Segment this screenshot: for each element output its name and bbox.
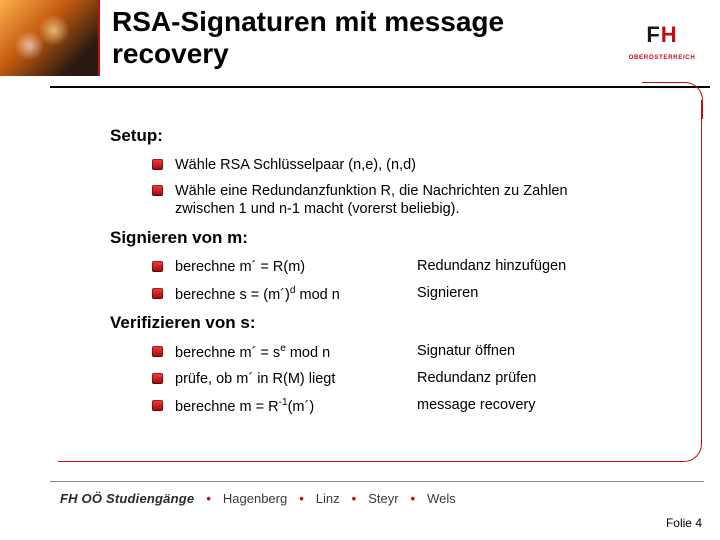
- list-item: prüfe, ob m´ in R(M) liegt Redundanz prü…: [152, 370, 640, 388]
- list-item: berechne m´ = R(m) Redundanz hinzufügen: [152, 258, 640, 276]
- slide: RSA-Signaturen mit message recovery FH O…: [0, 0, 720, 540]
- section-heading-setup: Setup:: [110, 126, 640, 146]
- bullet-icon: [152, 288, 163, 299]
- footer-brand: FH OÖ Studiengänge: [60, 491, 194, 506]
- list-text: Wähle RSA Schlüsselpaar (n,e), (n,d): [175, 156, 416, 174]
- footer-location: Linz: [316, 491, 340, 506]
- verify-list: berechne m´ = se mod n Signatur öffnen p…: [152, 343, 640, 415]
- list-text: berechne m´ = se mod n: [175, 343, 399, 362]
- setup-list: Wähle RSA Schlüsselpaar (n,e), (n,d) Wäh…: [152, 156, 640, 218]
- slide-title: RSA-Signaturen mit message recovery: [112, 6, 594, 70]
- section-heading-sign: Signieren von m:: [110, 228, 640, 248]
- list-annotation: Signieren: [417, 285, 478, 301]
- footer-divider: [50, 481, 704, 482]
- section-heading-verify: Verifizieren von s:: [110, 313, 640, 333]
- list-item: berechne m = R-1(m´) message recovery: [152, 397, 640, 416]
- slide-number: Folie 4: [666, 516, 702, 530]
- dot-icon: •: [352, 491, 357, 506]
- dot-icon: •: [411, 491, 416, 506]
- list-annotation: message recovery: [417, 397, 535, 413]
- dot-icon: •: [299, 491, 304, 506]
- footer-location: Steyr: [368, 491, 398, 506]
- list-text: berechne m´ = R(m): [175, 258, 399, 276]
- list-item: Wähle RSA Schlüsselpaar (n,e), (n,d): [152, 156, 640, 174]
- bullet-icon: [152, 159, 163, 170]
- bullet-icon: [152, 261, 163, 272]
- list-text: prüfe, ob m´ in R(M) liegt: [175, 370, 399, 388]
- bullet-icon: [152, 400, 163, 411]
- fh-logo-icon: FH: [630, 18, 694, 52]
- footer-location: Hagenberg: [223, 491, 287, 506]
- list-text: berechne m = R-1(m´): [175, 397, 399, 416]
- list-annotation: Redundanz prüfen: [417, 370, 536, 386]
- bullet-icon: [152, 373, 163, 384]
- list-item: berechne s = (m´)d mod n Signieren: [152, 285, 640, 304]
- list-annotation: Signatur öffnen: [417, 343, 515, 359]
- logo-subtext: OBERÖSTERREICH: [614, 54, 710, 61]
- dot-icon: •: [206, 491, 211, 506]
- decorative-photo: [0, 0, 100, 76]
- list-annotation: Redundanz hinzufügen: [417, 258, 566, 274]
- bullet-icon: [152, 346, 163, 357]
- footer: FH OÖ Studiengänge • Hagenberg • Linz • …: [60, 491, 700, 506]
- sign-list: berechne m´ = R(m) Redundanz hinzufügen …: [152, 258, 640, 303]
- slide-content: Setup: Wähle RSA Schlüsselpaar (n,e), (n…: [110, 126, 640, 425]
- title-divider: [50, 86, 710, 88]
- footer-location: Wels: [427, 491, 456, 506]
- brand-logo: FH OBERÖSTERREICH: [614, 18, 710, 61]
- list-text: berechne s = (m´)d mod n: [175, 285, 399, 304]
- list-text: Wähle eine Redundanzfunktion R, die Nach…: [175, 182, 605, 218]
- list-item: berechne m´ = se mod n Signatur öffnen: [152, 343, 640, 362]
- list-item: Wähle eine Redundanzfunktion R, die Nach…: [152, 182, 640, 218]
- bullet-icon: [152, 185, 163, 196]
